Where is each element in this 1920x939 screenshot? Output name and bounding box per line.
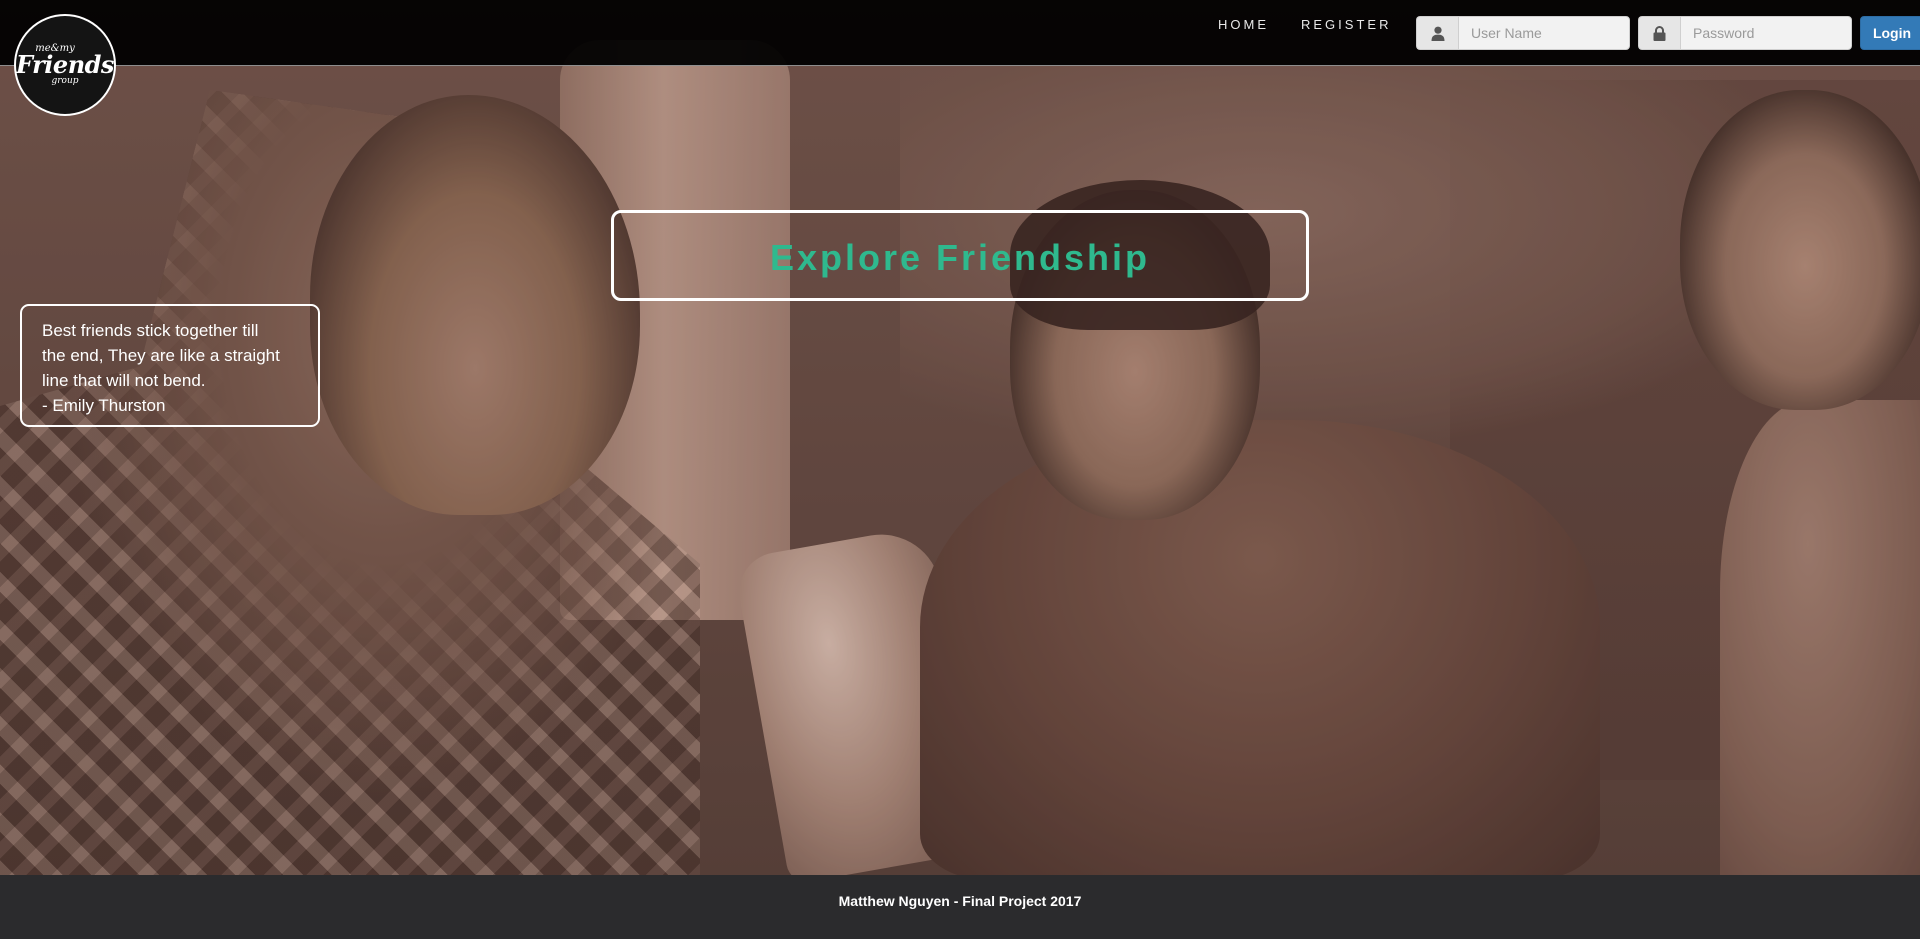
quote-box: Best friends stick together till the end… xyxy=(20,304,320,427)
top-navbar: HOME REGISTER Login xyxy=(0,0,1920,66)
quote-author: - Emily Thurston xyxy=(42,396,166,415)
logo-bottom-text: group xyxy=(51,76,79,86)
quote-line: the end, They are like a straight xyxy=(42,346,280,365)
logo-main-text: Friends xyxy=(16,50,114,79)
user-icon xyxy=(1416,16,1458,50)
nav-home-link[interactable]: HOME xyxy=(1218,17,1269,32)
username-input[interactable] xyxy=(1458,16,1630,50)
hero-background-video xyxy=(0,0,1920,875)
login-button[interactable]: Login xyxy=(1860,16,1920,50)
site-logo[interactable]: me&my Friends group xyxy=(14,14,116,116)
nav-register-link[interactable]: REGISTER xyxy=(1301,17,1391,32)
page-footer: Matthew Nguyen - Final Project 2017 xyxy=(0,875,1920,939)
footer-credit: Matthew Nguyen - Final Project 2017 xyxy=(838,893,1082,909)
sepia-overlay xyxy=(0,0,1920,875)
password-input[interactable] xyxy=(1680,16,1852,50)
headline-box: Explore Friendship xyxy=(611,210,1309,301)
headline-title: Explore Friendship xyxy=(769,236,1151,278)
quote-line: Best friends stick together till xyxy=(42,321,259,340)
quote-line: line that will not bend. xyxy=(42,371,206,390)
login-form: Login xyxy=(1416,16,1920,50)
username-group xyxy=(1416,16,1630,50)
nav-links: HOME REGISTER xyxy=(1218,17,1391,32)
lock-icon xyxy=(1638,16,1680,50)
password-group xyxy=(1638,16,1852,50)
